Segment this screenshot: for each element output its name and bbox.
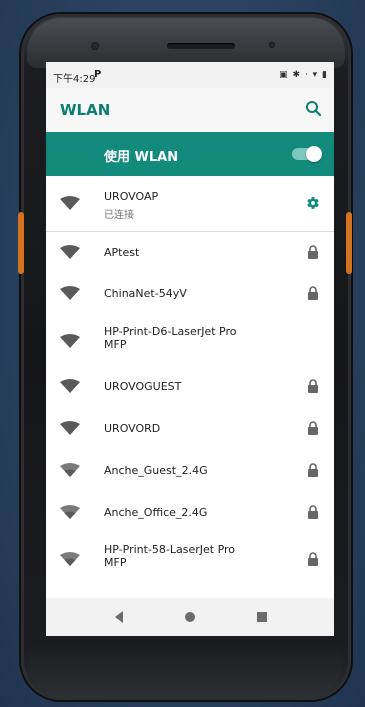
network-name: Anche_Office_2.4G	[104, 506, 208, 519]
network-row[interactable]: UROVORD	[46, 407, 334, 447]
wifi-signal-icon	[60, 196, 80, 210]
right-scan-key[interactable]	[346, 212, 352, 274]
wifi-signal-icon	[60, 334, 80, 348]
network-row[interactable]: HP-Print-58-LaserJet Pro MFP	[46, 534, 334, 584]
network-row[interactable]: ChinaNet-54yV	[46, 273, 334, 313]
front-camera	[91, 42, 99, 50]
wlan-toggle[interactable]	[292, 146, 322, 162]
lock-icon	[308, 245, 318, 259]
status-icons: ▣ ✱ · ▾ ▮	[279, 70, 328, 80]
wifi-signal-icon	[60, 552, 80, 566]
proximity-sensor	[269, 42, 275, 48]
earpiece-speaker	[167, 43, 235, 49]
lock-icon	[308, 552, 318, 566]
back-icon[interactable]	[112, 610, 126, 624]
search-icon[interactable]	[304, 99, 324, 119]
toggle-thumb	[306, 146, 322, 162]
wlan-master-switch-bar[interactable]: 使用 WLAN	[46, 132, 334, 176]
wifi-signal-icon	[60, 245, 80, 259]
left-scan-key[interactable]	[18, 212, 24, 274]
wifi-signal-icon	[60, 421, 80, 435]
network-name: Anche_Guest_2.4G	[104, 464, 208, 477]
network-name: ChinaNet-54yV	[104, 287, 187, 300]
status-bar: 下午4:29 P ▣ ✱ · ▾ ▮	[46, 62, 334, 88]
network-row[interactable]: UROVOGUEST	[46, 365, 334, 405]
network-name: HP-Print-58-LaserJet Pro MFP	[104, 543, 236, 569]
network-row-connected[interactable]: UROVOAP 已连接	[46, 176, 334, 229]
phone-screen: 下午4:29 P ▣ ✱ · ▾ ▮ WLAN 使用 WLAN UROVOAP …	[46, 62, 334, 636]
lock-icon	[308, 463, 318, 477]
network-name: UROVOAP	[104, 190, 159, 203]
network-row[interactable]: APtest	[46, 232, 334, 272]
wifi-signal-icon	[60, 463, 80, 477]
status-app-indicator: P	[94, 69, 102, 80]
network-row[interactable]: HP-Print-D6-LaserJet Pro MFP	[46, 314, 334, 364]
status-time: 下午4:29	[53, 74, 96, 85]
gear-icon[interactable]	[306, 196, 320, 210]
wlan-master-switch-label: 使用 WLAN	[104, 150, 179, 165]
lock-icon	[308, 505, 318, 519]
home-icon[interactable]	[183, 610, 197, 624]
network-row[interactable]: Anche_Office_2.4G	[46, 491, 334, 531]
wifi-signal-icon	[60, 505, 80, 519]
network-name: APtest	[104, 246, 140, 259]
wifi-signal-icon	[60, 286, 80, 300]
network-name: UROVORD	[104, 422, 161, 435]
lock-icon	[308, 286, 318, 300]
network-status: 已连接	[104, 210, 134, 221]
network-name: HP-Print-D6-LaserJet Pro MFP	[104, 325, 237, 351]
recents-icon[interactable]	[255, 610, 269, 624]
navigation-bar	[46, 598, 334, 636]
network-name: UROVOGUEST	[104, 380, 182, 393]
page-title: WLAN	[60, 101, 111, 119]
wifi-signal-icon	[60, 379, 80, 393]
network-row[interactable]: Anche_Guest_2.4G	[46, 449, 334, 489]
lock-icon	[308, 379, 318, 393]
app-bar: WLAN	[46, 88, 334, 132]
device-bottom	[30, 640, 342, 698]
lock-icon	[308, 421, 318, 435]
